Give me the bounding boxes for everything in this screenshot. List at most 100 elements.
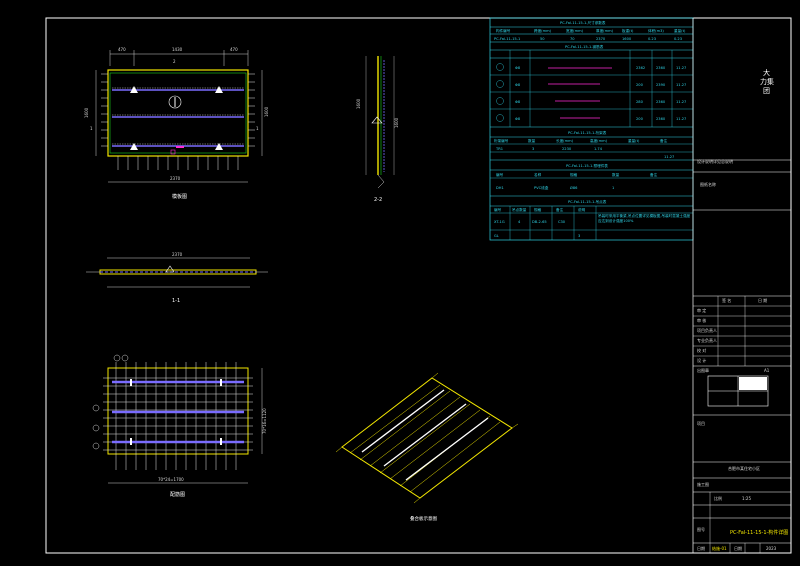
company-name: 大 力集 团 — [760, 68, 776, 95]
plan-dim-total: 2370 — [170, 176, 181, 181]
rebar-n: 2360 — [656, 100, 666, 104]
rebar-spec: Φ8 — [515, 83, 521, 87]
embed-col: 数量 — [612, 172, 620, 177]
table-main-cell: 50 — [540, 37, 545, 41]
rebar-n: 2360 — [656, 66, 666, 70]
truss-col: 数量 — [528, 138, 536, 143]
project-label: 项目 — [697, 420, 705, 426]
sheet-label: 图号 — [697, 526, 705, 532]
sign-row-label: 设 计 — [697, 357, 706, 363]
rebar-n: 2390 — [656, 83, 666, 87]
plan-section-left-mark: 1 — [90, 126, 93, 131]
truss-cell: 11.27 — [664, 155, 674, 159]
section22-dim: 1600 — [356, 98, 361, 109]
rebar-plan-view: 70*24=1700 70*16=1120 配筋图 — [92, 354, 267, 498]
embed-col: 规格 — [570, 172, 578, 177]
rebar-spec: Φ8 — [515, 117, 521, 121]
isometric-view: 叠合板示意图 — [335, 372, 519, 522]
plan-dim-left: 470 — [118, 47, 126, 52]
version-label: A1 — [764, 368, 770, 373]
truss-col: 长度(mm) — [556, 138, 574, 143]
table-main-col: 体积(m3) — [648, 28, 664, 33]
rebar-w: 11.27 — [676, 66, 686, 70]
table-main-col: 厚度(mm) — [596, 28, 614, 33]
formwork-plan-view: 470 1430 470 2 1600 1600 1 1 2370 模板图 — [84, 47, 269, 200]
embed-cell: DH1 — [496, 186, 504, 190]
embed-col: 备注 — [650, 172, 658, 177]
sheet-frame — [45, 17, 792, 554]
table-main-col: 跨度(mm) — [534, 28, 552, 33]
sign-row-label: 专业负责人 — [697, 337, 717, 343]
embed-cell: Ø86 — [570, 185, 578, 190]
plan-dim-height-right: 1600 — [264, 106, 269, 117]
sign-row-label: 审 定 — [697, 307, 706, 313]
plan-view-title: 模板图 — [172, 193, 187, 200]
section22-dim-right: 1600 — [394, 117, 399, 128]
lift-cell: XT-1G — [494, 220, 505, 224]
stage-label: 施工图 — [697, 481, 709, 487]
drawing-name: PC-Fal-11-15-1-构件详图 — [730, 529, 788, 536]
lift-cell: C30 — [558, 220, 566, 224]
truss-cell: 3 — [532, 147, 534, 151]
table-truss-header: PC-Fal-11-15-1-桁架表 — [568, 130, 607, 135]
table-main-header: PC-Fal-11-15-1-尺寸参数表 — [560, 20, 606, 25]
truss-col: 桁架编号 — [494, 138, 509, 143]
section22-label: 2-2 — [374, 197, 382, 203]
truss-col: 备注 — [660, 138, 668, 143]
truss-col: 重量(t) — [628, 138, 640, 143]
table-rebar-header: PC-Fal-11-15-1-钢筋表 — [565, 44, 604, 49]
plan-section-top-mark: 2 — [173, 59, 176, 64]
section-1-1-view: 2370 1-1 — [86, 252, 268, 304]
truss-cell: TR1 — [495, 147, 503, 151]
table-main-cell: 0.23 — [648, 37, 656, 41]
date-label-2: 日期 — [734, 545, 742, 551]
lift-col: 吊点数量 — [512, 207, 527, 212]
embed-col: 名称 — [534, 172, 542, 177]
project-name: 合肥市某住宅小区 — [728, 465, 760, 471]
iso-label: 叠合板示意图 — [410, 515, 437, 522]
lift-cell: DB-2-65 — [532, 220, 547, 224]
rebar-n: 2360 — [656, 117, 666, 121]
rebar-w: 11.27 — [676, 83, 686, 87]
plan-section-right-mark: 1 — [256, 126, 259, 131]
col-head-sign: 签 名 — [722, 297, 731, 303]
rebar-len: 200 — [636, 117, 644, 121]
rebar-w: 11.27 — [676, 117, 686, 121]
cad-drawing-sheet: 470 1430 470 2 1600 1600 1 1 2370 模板图 16… — [45, 17, 792, 554]
drawing-type: 图纸名称 — [700, 181, 716, 187]
scale-label: 比例 — [714, 495, 722, 501]
embed-col: 编号 — [496, 172, 504, 177]
table-main-cell: 1600 — [622, 37, 632, 41]
embed-cell: PVC线盒 — [534, 185, 549, 190]
plan-dim-height: 1600 — [84, 107, 89, 118]
table-main-cell: 70 — [570, 37, 575, 41]
truss-cell: 1.74 — [594, 147, 603, 151]
section-2-2-view: 1600 1600 2-2 — [356, 56, 399, 203]
date-label: 日期 — [697, 545, 705, 551]
table-main-col: 构件编号 — [496, 28, 511, 33]
sign-row-label: 校 对 — [697, 347, 706, 353]
table-main-cell: PC-Fal-11-15-1 — [494, 37, 520, 41]
project-note: 设计说明详见总说明 — [697, 158, 733, 164]
table-lift-header: PC-Fal-11-15-1-吊点表 — [568, 199, 607, 204]
plan-dim-right: 470 — [230, 47, 238, 52]
lift-col: 规格 — [534, 207, 542, 212]
date-value: 2023 — [766, 546, 777, 551]
parameter-tables: PC-Fal-11-15-1-尺寸参数表 构件编号 跨度(mm) 宽度(mm) … — [489, 17, 694, 241]
sheet-number: 结施-01 — [712, 545, 727, 551]
stamp-label: 出图章 — [697, 367, 709, 373]
table-main-cell: 2370 — [596, 37, 606, 41]
table-embed-header: PC-Fal-11-15-1-预埋件表 — [566, 163, 608, 168]
rebar-dim-bottom: 70*24=1700 — [158, 477, 184, 482]
lift-col: 说明 — [578, 207, 586, 212]
table-main-cell: 0.23 — [674, 37, 682, 41]
section11-dim: 2370 — [172, 252, 183, 257]
sign-row-label: 项目负责人 — [697, 327, 717, 333]
truss-col: 高度(mm) — [590, 138, 608, 143]
col-head-date: 日 期 — [758, 297, 767, 303]
lift-cell: 4 — [518, 220, 521, 224]
lift-col: 备注 — [556, 207, 564, 212]
rebar-len: 2362 — [636, 66, 645, 70]
lift-cell: 3 — [578, 234, 580, 238]
sign-row-label: 审 核 — [697, 317, 706, 323]
